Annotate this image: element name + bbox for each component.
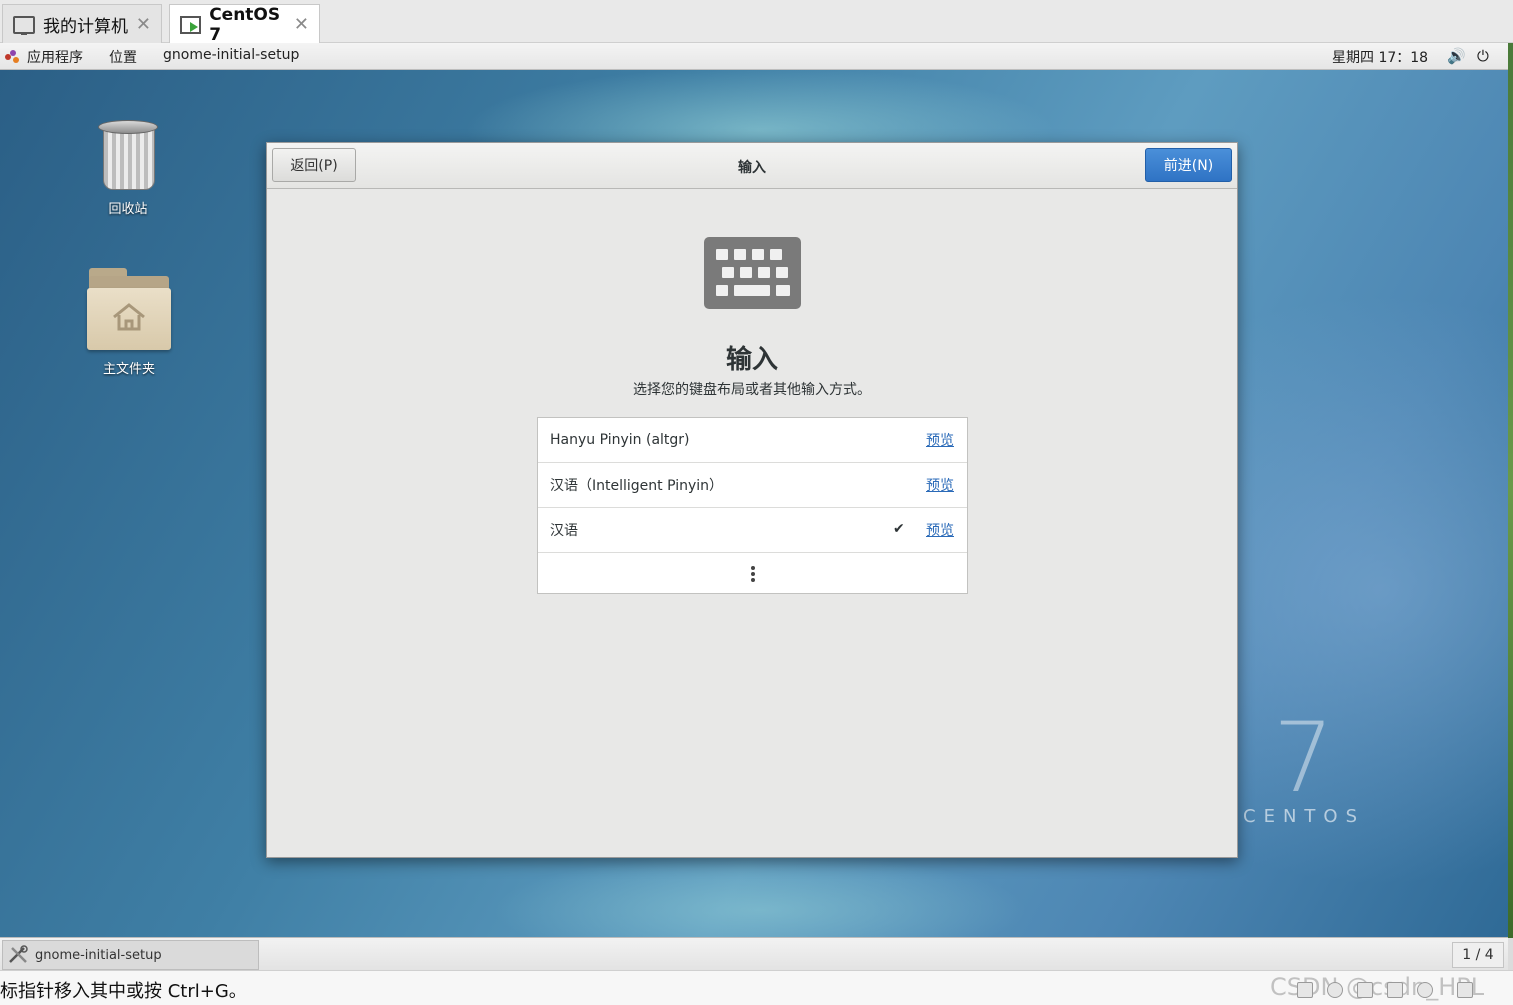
device-hdd-icon[interactable] [1297,982,1313,998]
input-source-name: Hanyu Pinyin (altgr) [550,432,690,448]
keyboard-icon [704,237,801,309]
input-source-name: 汉语 [550,523,578,539]
vm-running-icon [180,15,202,34]
input-source-row[interactable]: 汉语（Intelligent Pinyin） 预览 [538,463,967,508]
device-display-icon[interactable] [1457,982,1473,998]
tab-my-computer[interactable]: 我的计算机 ✕ [2,4,162,44]
page-title: 输入 [725,345,778,375]
taskbar-item[interactable]: gnome-initial-setup [2,940,259,970]
device-sound-icon[interactable] [1387,982,1403,998]
tab-label: CentOS 7 [209,4,281,45]
active-app-menu[interactable]: gnome-initial-setup [163,47,299,63]
monitor-icon [13,15,35,35]
branding-number: 7 [1273,702,1335,814]
device-network-icon[interactable] [1357,982,1373,998]
status-hint: 标指针移入其中或按 Ctrl+G。 [0,981,247,1002]
bottom-panel: gnome-initial-setup 1 / 4 [0,937,1508,970]
preview-link[interactable]: 预览 [926,475,954,495]
desktop: 回收站 主文件夹 7 CENTOS 返回(P) 输入 前进(N) 输入 选择您的… [0,70,1508,937]
input-source-row[interactable]: Hanyu Pinyin (altgr) 预览 [538,418,967,463]
preview-link[interactable]: 预览 [926,430,954,450]
host-status-bar: 标指针移入其中或按 Ctrl+G。 CSDN @csdn_HPL [0,970,1513,1005]
close-icon[interactable]: ✕ [136,14,151,35]
branding-word: CENTOS [1243,806,1365,827]
desktop-icon-label: 主文件夹 [102,362,155,377]
centos-branding: 7 CENTOS [1243,710,1383,830]
home-folder-icon [87,268,171,350]
window-title: 输入 [738,160,766,176]
workspace-switcher[interactable]: 1 / 4 [1452,942,1504,968]
device-usb-icon[interactable] [1417,982,1433,998]
places-menu[interactable]: 位置 [109,47,137,67]
input-source-list: Hanyu Pinyin (altgr) 预览 汉语（Intelligent P… [537,417,968,594]
window-edge [1508,43,1513,938]
initial-setup-window: 返回(P) 输入 前进(N) 输入 选择您的键盘布局或者其他输入方式。 Hany… [266,142,1238,858]
checkmark-icon: ✔ [893,521,905,537]
applications-label: 应用程序 [27,50,83,66]
preview-link[interactable]: 预览 [926,520,954,540]
power-icon[interactable]: ⏻ [1477,47,1489,65]
desktop-icon-trash[interactable]: 回收站 [73,120,183,217]
tab-centos-7[interactable]: CentOS 7 ✕ [169,4,320,45]
applications-menu[interactable]: 应用程序 [5,47,83,67]
next-button[interactable]: 前进(N) [1145,148,1232,182]
taskbar-item-label: gnome-initial-setup [35,947,162,963]
input-source-name: 汉语（Intelligent Pinyin） [550,478,724,494]
volume-icon[interactable]: 🔊 [1447,47,1466,65]
page-subtitle: 选择您的键盘布局或者其他输入方式。 [633,382,871,398]
trash-icon [98,120,158,190]
device-cd-icon[interactable] [1327,982,1343,998]
close-icon[interactable]: ✕ [294,14,309,35]
host-tab-strip: 我的计算机 ✕ CentOS 7 ✕ [0,0,1513,45]
input-source-row-selected[interactable]: 汉语 ✔ 预览 [538,508,967,553]
tools-icon [9,945,28,963]
desktop-icon-label: 回收站 [108,202,148,217]
gnome-foot-icon [5,50,19,64]
gnome-top-bar: 应用程序 位置 gnome-initial-setup 星期四 17：18 🔊 … [0,43,1508,70]
desktop-icon-home[interactable]: 主文件夹 [74,268,184,377]
window-header: 返回(P) 输入 前进(N) [267,143,1237,189]
more-sources-button[interactable] [538,553,967,593]
tab-label: 我的计算机 [43,17,128,37]
clock[interactable]: 星期四 17：18 [1332,47,1428,67]
